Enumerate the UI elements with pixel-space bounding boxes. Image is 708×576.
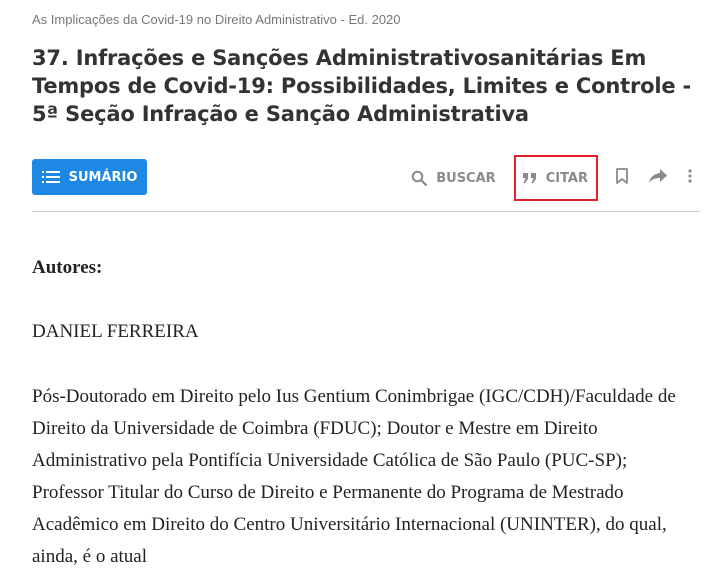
toolbar-actions: BUSCAR CITAR — [411, 155, 700, 201]
cite-button[interactable]: CITAR — [513, 155, 598, 201]
share-icon — [649, 168, 667, 188]
author-bio: Pós-Doutorado em Direito pelo Ius Gentiu… — [32, 386, 676, 567]
search-button-label: BUSCAR — [436, 170, 496, 186]
list-icon — [41, 170, 60, 184]
share-button[interactable] — [644, 164, 672, 192]
page-title: 37. Infrações e Sanções Administrativosa… — [32, 46, 692, 126]
summary-button[interactable]: SUMÁRIO — [32, 159, 147, 195]
search-button[interactable]: BUSCAR — [411, 170, 496, 186]
toolbar: SUMÁRIO BUSCAR CITAR — [32, 155, 700, 212]
more-options-button[interactable] — [680, 164, 700, 192]
document-content: Autores: DANIEL FERREIRA Pós-Doutorado e… — [32, 253, 700, 573]
author-name: DANIEL FERREIRA — [32, 321, 199, 342]
search-icon — [411, 170, 428, 186]
authors-heading: Autores: — [32, 257, 103, 278]
more-vertical-icon — [688, 168, 692, 188]
summary-button-label: SUMÁRIO — [68, 169, 138, 185]
bookmark-icon — [616, 167, 628, 189]
cite-button-label: CITAR — [545, 170, 588, 186]
quote-icon — [522, 173, 537, 183]
bookmark-button[interactable] — [608, 164, 636, 192]
breadcrumb[interactable]: As Implicações da Covid-19 no Direito Ad… — [32, 12, 401, 27]
